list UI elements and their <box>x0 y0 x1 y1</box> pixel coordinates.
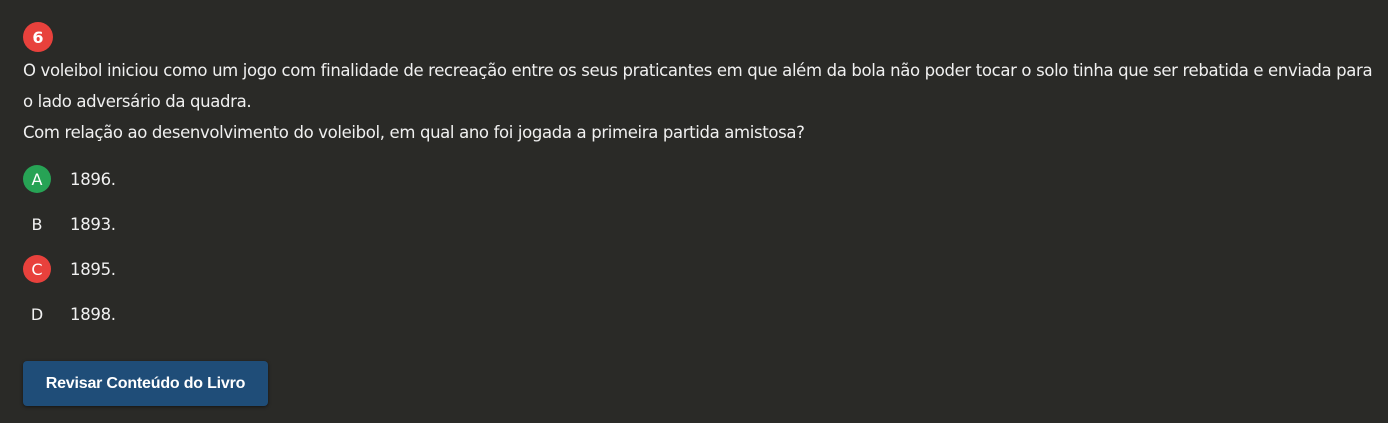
option-letter-d: D <box>30 304 44 324</box>
statement-question: Com relação ao desenvolvimento do voleib… <box>23 123 805 142</box>
option-a[interactable]: A 1896. <box>23 165 1373 193</box>
option-letter-b: B <box>31 214 43 234</box>
option-d[interactable]: D 1898. <box>23 300 1373 328</box>
option-c[interactable]: C 1895. <box>23 255 1373 283</box>
option-text-c: 1895. <box>70 259 116 279</box>
option-text-d: 1898. <box>70 304 116 324</box>
option-b[interactable]: B 1893. <box>23 210 1373 238</box>
option-text-a: 1896. <box>70 169 116 189</box>
review-content-button[interactable]: Revisar Conteúdo do Livro <box>23 361 268 406</box>
option-letter-a: A <box>23 165 51 193</box>
option-letter-c: C <box>23 255 51 283</box>
question-number-badge: 6 <box>23 22 53 52</box>
answer-options: A 1896. B 1893. C 1895. D 1898. <box>23 165 1373 328</box>
option-text-b: 1893. <box>70 214 116 234</box>
question-container: 6 O voleibol iniciou como um jogo com fi… <box>23 22 1373 345</box>
statement-paragraph: O voleibol iniciou como um jogo com fina… <box>23 61 1373 111</box>
question-statement: O voleibol iniciou como um jogo com fina… <box>23 55 1373 148</box>
